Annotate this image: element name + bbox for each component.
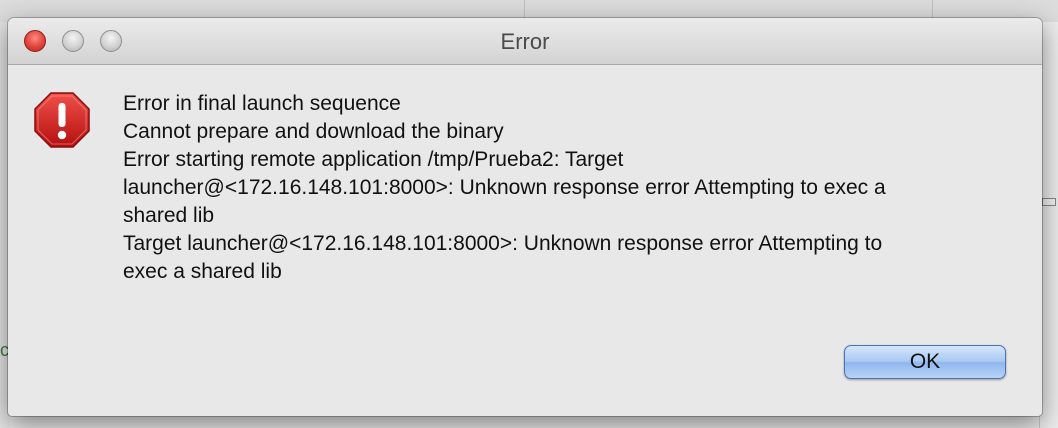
background-panel-control — [1042, 198, 1056, 206]
message-line: Error starting remote application /tmp/P… — [123, 148, 624, 171]
error-message: Error in final launch sequence Cannot pr… — [123, 90, 1023, 286]
message-line: Error in final launch sequence — [123, 92, 401, 115]
title-bar: Error — [8, 18, 1042, 65]
error-dialog: Error Error in final launch sequence Can… — [8, 18, 1042, 416]
message-line: exec a shared lib — [123, 260, 282, 283]
window-title: Error — [500, 29, 550, 54]
message-line: Target launcher@<172.16.148.101:8000>: U… — [123, 232, 883, 255]
alert-octagon-icon — [34, 92, 90, 148]
ok-button[interactable]: OK — [844, 345, 1006, 379]
message-line: Cannot prepare and download the binary — [123, 120, 504, 143]
message-line: launcher@<172.16.148.101:8000>: Unknown … — [123, 176, 886, 199]
message-line: shared lib — [123, 204, 215, 227]
